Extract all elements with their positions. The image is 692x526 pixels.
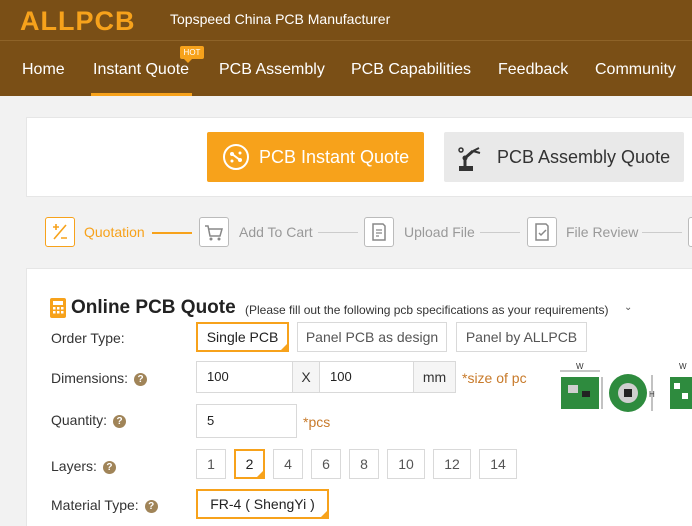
step-upload-file: Upload File — [404, 224, 475, 240]
active-nav-indicator — [91, 93, 192, 96]
hot-badge: HOT — [180, 46, 204, 63]
next-step-icon — [688, 217, 692, 247]
step-connector — [152, 232, 192, 234]
dimension-separator: X — [293, 361, 319, 393]
form-hint: (Please fill out the following pcb speci… — [245, 303, 609, 317]
step-add-to-cart: Add To Cart — [239, 224, 313, 240]
layer-option-1[interactable]: 1 — [196, 449, 226, 479]
help-icon[interactable]: ? — [134, 372, 148, 386]
chevron-down-icon[interactable]: ⌄ — [624, 302, 632, 313]
dimension-unit: mm — [414, 361, 456, 393]
svg-text:H: H — [649, 390, 655, 399]
circuit-icon — [223, 144, 249, 170]
width-input[interactable]: 100 — [196, 361, 293, 393]
step-connector — [318, 232, 358, 233]
layer-option-8[interactable]: 8 — [349, 449, 379, 479]
step-quotation: Quotation — [84, 224, 145, 240]
nav-community[interactable]: Community — [595, 61, 676, 79]
allpcb-logo[interactable]: ALLPCB — [20, 6, 136, 37]
help-icon[interactable]: ? — [102, 460, 116, 474]
step-connector — [480, 232, 520, 233]
layers-label: Layers:? — [51, 458, 116, 474]
nav-feedback[interactable]: Feedback — [498, 61, 568, 79]
svg-text:W: W — [576, 363, 584, 371]
material-fr4-shengyi[interactable]: FR-4 ( ShengYi ) — [196, 489, 329, 519]
help-icon[interactable]: ? — [113, 414, 127, 428]
dimensions-label: Dimensions:? — [51, 370, 148, 386]
order-type-panel-design[interactable]: Panel PCB as design — [297, 322, 447, 352]
nav-home[interactable]: Home — [22, 61, 65, 79]
file-review-icon — [527, 217, 557, 247]
layer-option-12[interactable]: 12 — [433, 449, 471, 479]
quantity-label: Quantity:? — [51, 412, 127, 428]
nav-pcb-capabilities[interactable]: PCB Capabilities — [351, 61, 471, 79]
cart-icon — [199, 217, 229, 247]
pcb-assembly-quote-button[interactable]: PCB Assembly Quote — [444, 132, 684, 182]
step-file-review: File Review — [566, 224, 639, 240]
pcb-assembly-quote-label: PCB Assembly Quote — [497, 147, 671, 167]
robot-arm-icon — [457, 144, 487, 172]
layer-option-6[interactable]: 6 — [311, 449, 341, 479]
pcb-size-diagram: W H W — [560, 363, 692, 412]
layer-option-14[interactable]: 14 — [479, 449, 517, 479]
form-title: Online PCB Quote — [71, 297, 236, 318]
help-icon[interactable]: ? — [144, 499, 158, 513]
layer-option-4[interactable]: 4 — [273, 449, 303, 479]
layer-option-10[interactable]: 10 — [387, 449, 425, 479]
material-type-label: Material Type:? — [51, 497, 158, 513]
order-type-single-pcb[interactable]: Single PCB — [196, 322, 289, 352]
quantity-unit: *pcs — [303, 414, 331, 430]
height-input[interactable]: 100 — [319, 361, 414, 393]
step-connector — [642, 232, 682, 233]
quantity-input[interactable]: 5 — [196, 404, 297, 438]
nav-pcb-assembly[interactable]: PCB Assembly — [219, 61, 325, 79]
top-bar: ALLPCB Topspeed China PCB Manufacturer — [0, 0, 692, 40]
quotation-step-icon — [45, 217, 75, 247]
layer-option-2[interactable]: 2 — [234, 449, 265, 479]
calculator-icon — [50, 298, 66, 318]
size-note: *size of pc — [462, 370, 527, 386]
upload-file-icon — [364, 217, 394, 247]
svg-text:W: W — [679, 363, 687, 371]
order-type-label: Order Type: — [51, 330, 125, 346]
tagline: Topspeed China PCB Manufacturer — [170, 11, 391, 27]
nav-instant-quote[interactable]: Instant Quote — [93, 61, 189, 79]
pcb-instant-quote-label: PCB Instant Quote — [259, 147, 410, 167]
pcb-instant-quote-button[interactable]: PCB Instant Quote — [207, 132, 424, 182]
order-type-panel-allpcb[interactable]: Panel by ALLPCB — [456, 322, 587, 352]
